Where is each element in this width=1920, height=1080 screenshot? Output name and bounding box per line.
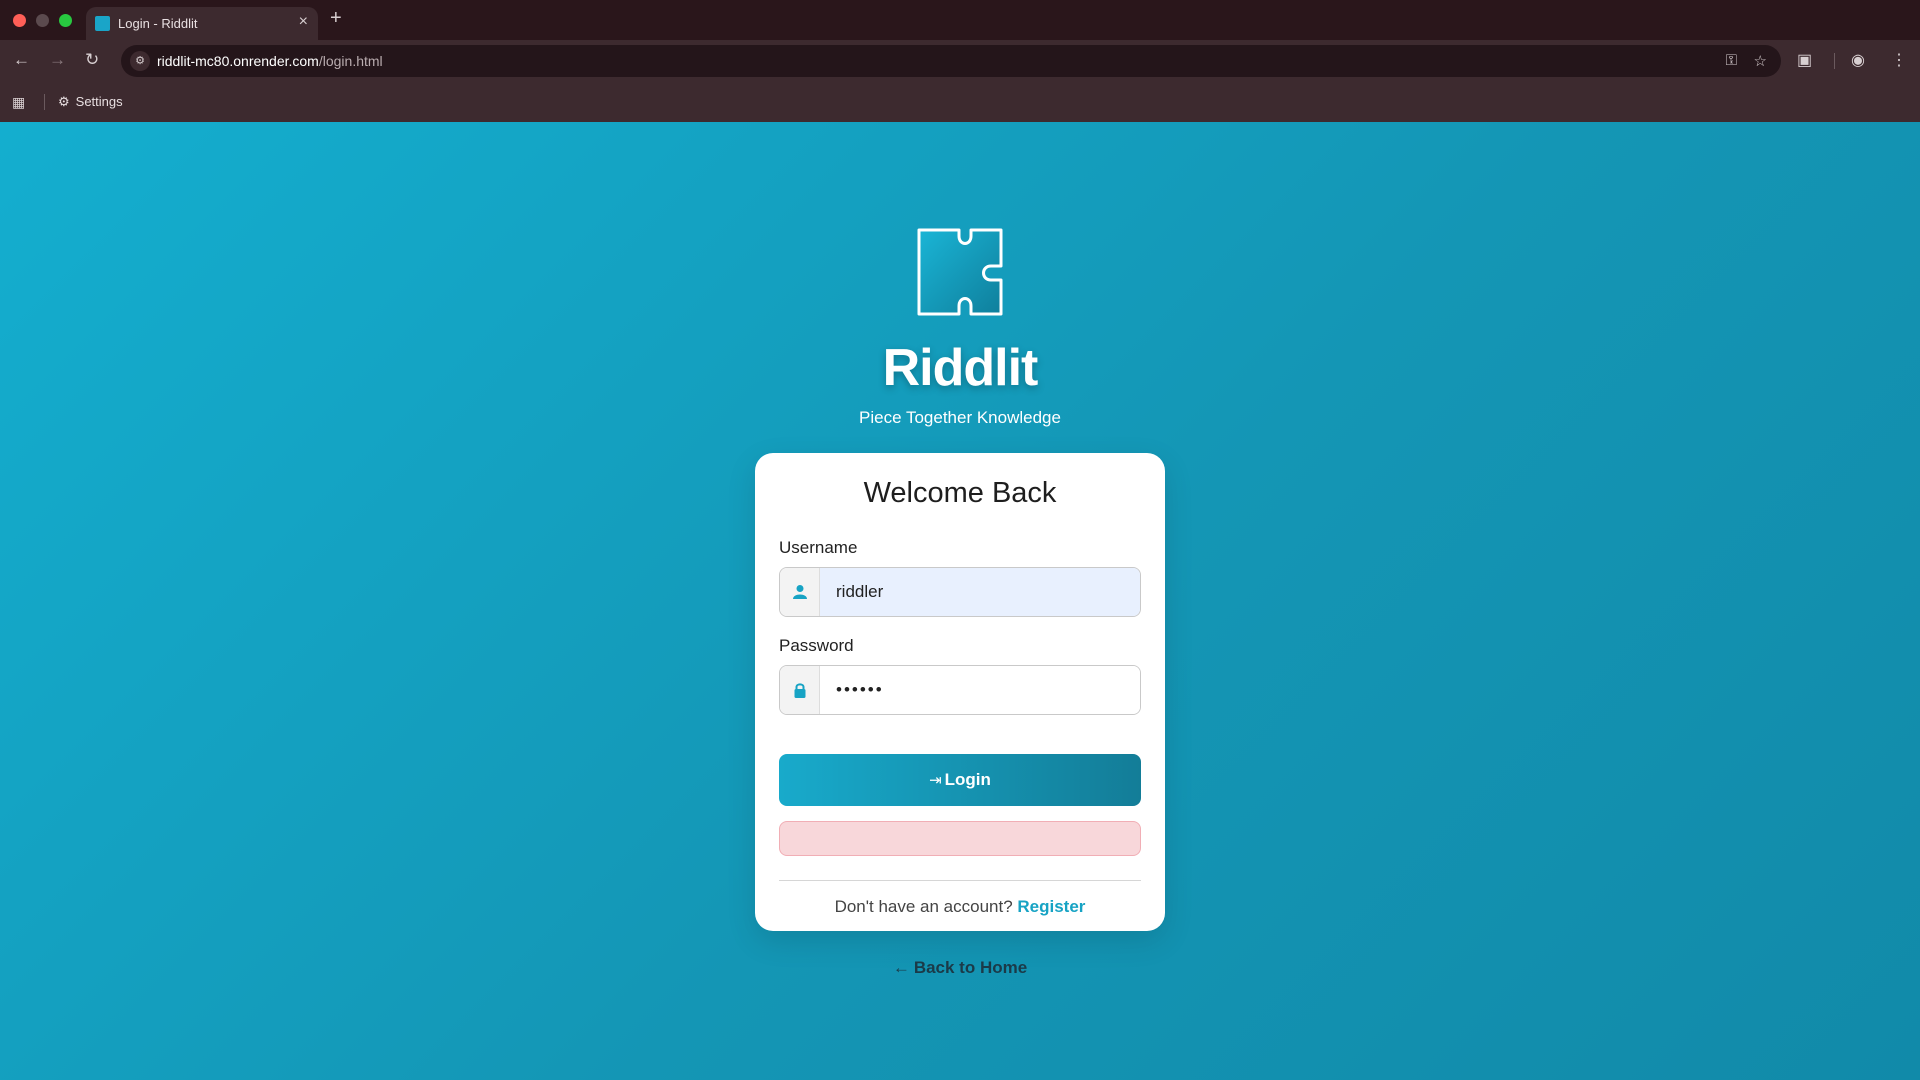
forward-button[interactable]: → (49, 50, 66, 70)
toolbar-divider (1834, 53, 1835, 69)
password-group (779, 665, 1141, 715)
bookmark-settings-label: Settings (75, 94, 123, 109)
register-prompt: Don't have an account? (834, 897, 1013, 916)
bookmarks-divider (44, 94, 45, 110)
register-link[interactable]: Register (1017, 897, 1085, 916)
back-home-label: Back to Home (913, 958, 1028, 977)
register-row: Don't have an account? Register (755, 897, 1165, 917)
bookmark-settings[interactable]: ⚙ Settings (58, 94, 123, 110)
login-button-label: Login (944, 770, 991, 789)
password-key-icon[interactable]: ⚿ (1726, 52, 1737, 69)
username-label: Username (779, 538, 858, 557)
lock-icon (780, 666, 820, 714)
bookmark-star-icon[interactable]: ☆ (1754, 52, 1767, 70)
username-input[interactable] (820, 568, 1140, 616)
tagline: Piece Together Knowledge (859, 408, 1061, 427)
site-info-icon[interactable]: ⚙ (130, 51, 150, 71)
window-maximize-button[interactable] (59, 14, 72, 27)
puzzle-logo-icon (917, 228, 1003, 316)
back-home-row: ← Back to Home (0, 958, 1920, 978)
divider (779, 880, 1141, 881)
tab-title: Login - Riddlit (118, 16, 198, 31)
profile-icon[interactable]: ◉ (1851, 50, 1865, 70)
browser-menu-icon[interactable]: ⋮ (1891, 50, 1907, 70)
window-minimize-button[interactable] (36, 14, 49, 27)
reload-button[interactable]: ↻ (85, 50, 99, 70)
back-button[interactable]: ← (13, 50, 30, 70)
tab-close-icon[interactable]: × (299, 13, 308, 31)
login-card: Welcome Back Username Password ⇥Login Do… (755, 453, 1165, 931)
browser-tab[interactable]: Login - Riddlit × (86, 7, 318, 40)
user-icon (780, 568, 820, 616)
side-panel-icon[interactable]: ▣ (1797, 50, 1812, 70)
new-tab-button[interactable]: + (330, 7, 342, 30)
login-page: Riddlit Piece Together Knowledge Welcome… (0, 122, 1920, 1080)
favicon-icon (95, 16, 110, 31)
browser-tabbar: Login - Riddlit × + (0, 0, 1920, 40)
password-label: Password (779, 636, 854, 655)
gear-icon: ⚙ (58, 94, 70, 109)
login-button[interactable]: ⇥ Login (779, 754, 1141, 806)
brand-title: Riddlit (882, 339, 1039, 397)
username-group (779, 567, 1141, 617)
arrow-left-icon: ← (892, 958, 910, 977)
bookmarks-bar: ▦ ⚙ Settings (0, 82, 1920, 122)
card-title: Welcome Back (863, 477, 1057, 509)
back-home-link[interactable]: ← Back to Home (893, 958, 1027, 977)
login-icon: ⇥ (929, 772, 942, 789)
url-host: riddlit-mc80.onrender.com (157, 53, 319, 69)
apps-grid-icon[interactable]: ▦ (12, 94, 25, 111)
password-input[interactable] (820, 666, 1140, 714)
address-bar[interactable]: ⚙ riddlit-mc80.onrender.com/login.html ⚿… (121, 45, 1781, 77)
url-path: /login.html (318, 53, 383, 69)
error-alert (779, 821, 1141, 856)
url-text[interactable]: riddlit-mc80.onrender.com/login.html (157, 53, 383, 69)
browser-toolbar: ← → ↻ ⚙ riddlit-mc80.onrender.com/login.… (0, 40, 1920, 82)
window-close-button[interactable] (13, 14, 26, 27)
